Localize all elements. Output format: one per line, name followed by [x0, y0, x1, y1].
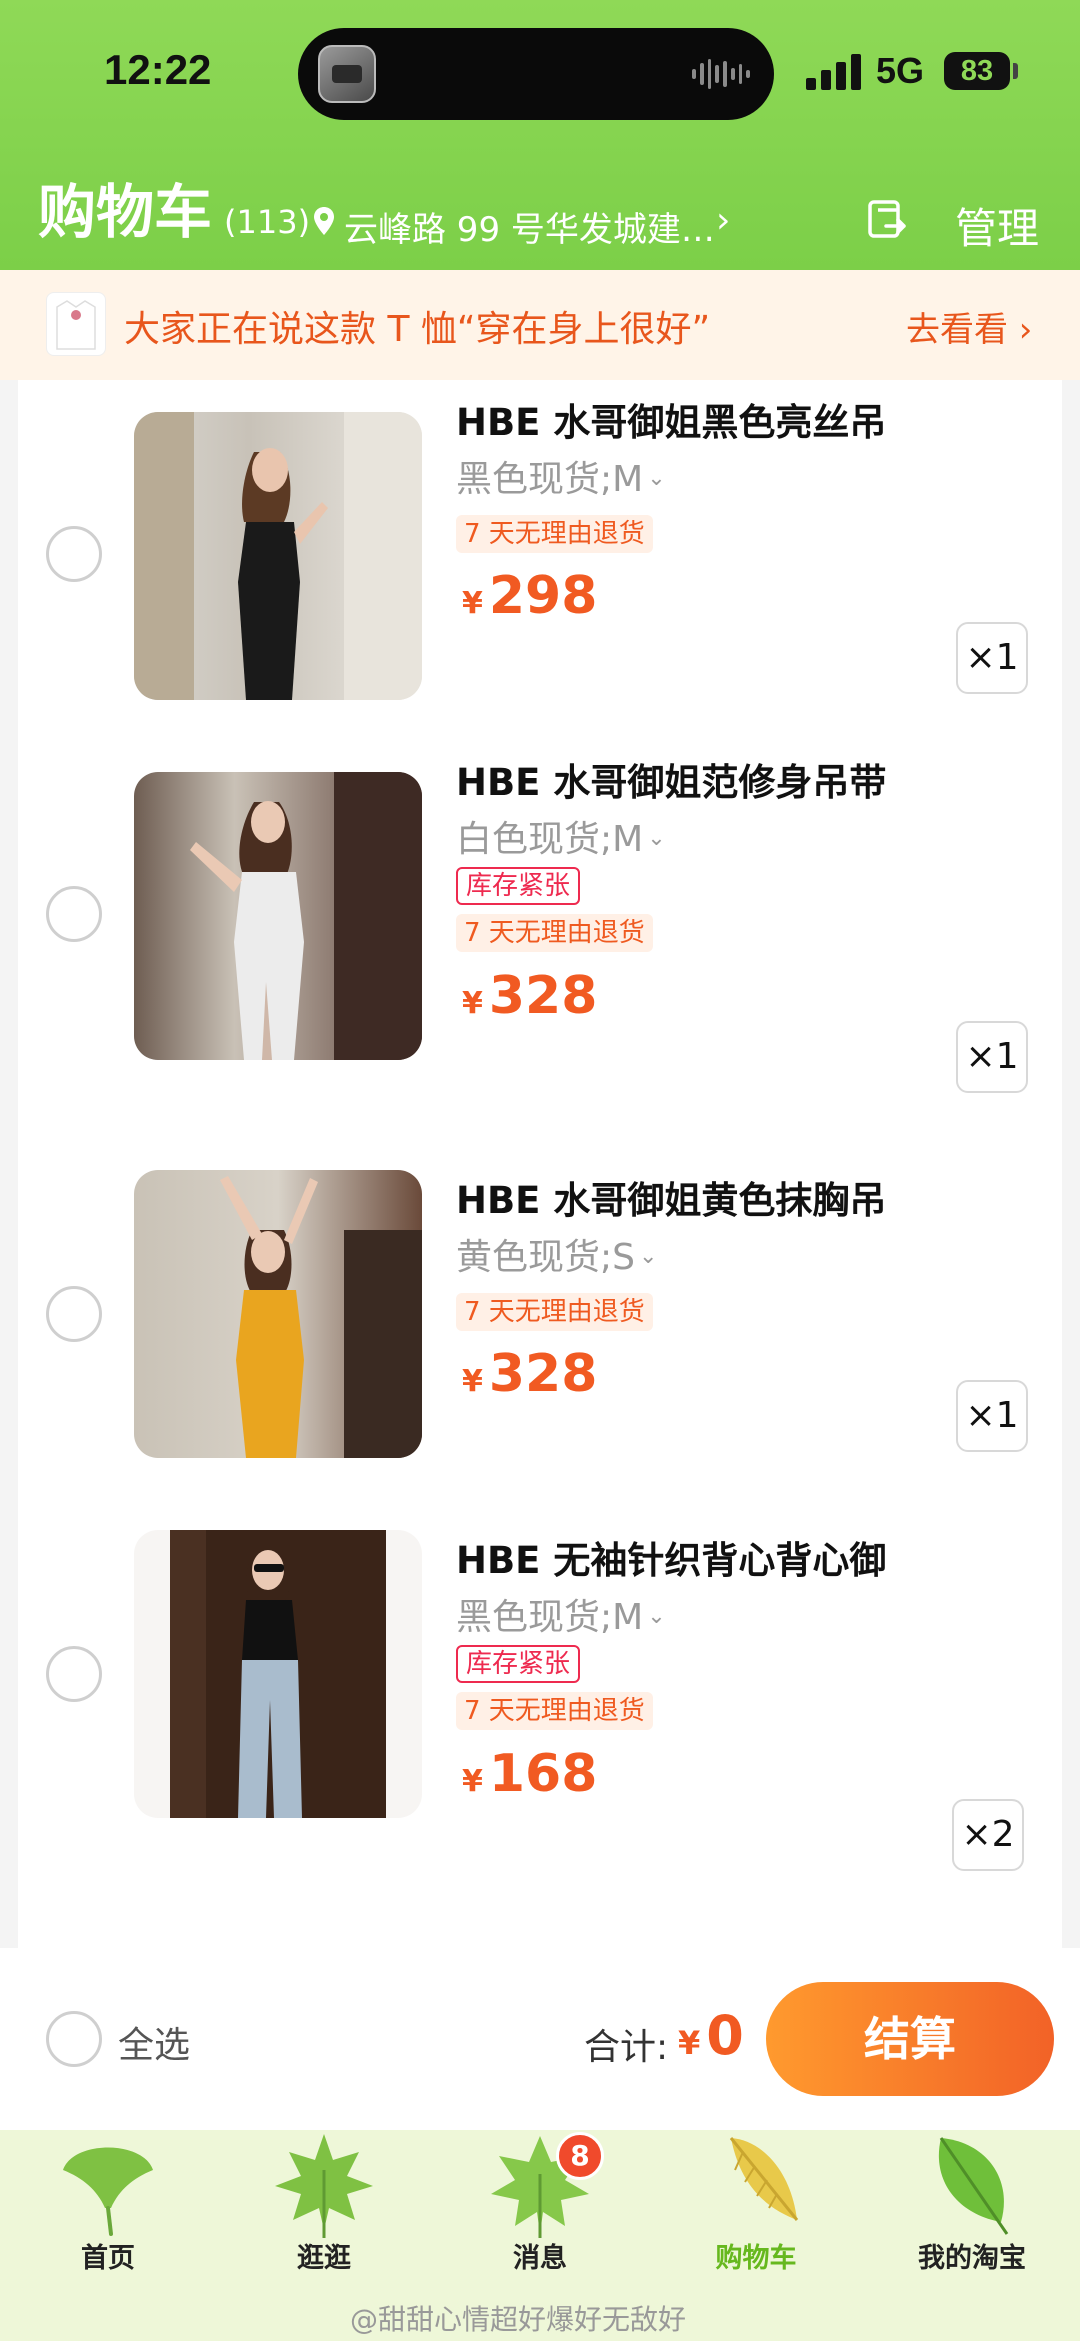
manage-button[interactable]: 管理: [955, 195, 1039, 256]
select-all-radio[interactable]: [46, 2011, 102, 2067]
product-image[interactable]: [134, 1530, 422, 1818]
status-time: 12:22: [104, 46, 212, 93]
low-stock-tag: 库存紧张: [456, 867, 581, 905]
cart-item[interactable]: HBE 水哥御姐黑色亮丝吊 黑色现货;M ⌄ 7 天无理由退货 ¥298 ×1: [18, 380, 1062, 740]
item-select-radio[interactable]: [46, 526, 102, 582]
spec-text: 白色现货;M: [456, 819, 644, 860]
cart-item[interactable]: HBE 水哥御姐黄色抹胸吊 黄色现货;S ⌄ 7 天无理由退货 ¥328 ×1: [18, 1158, 1062, 1518]
banner-view-link[interactable]: 去看看 ›: [906, 302, 1032, 351]
product-price: ¥328: [462, 966, 597, 1026]
tab-label: 首页: [81, 2243, 135, 2274]
currency-symbol: ¥: [462, 986, 483, 1021]
spec-text: 黑色现货;M: [456, 1597, 644, 1638]
cart-item[interactable]: HBE 水哥御姐范修身吊带 白色现货;M ⌄ 库存紧张 7 天无理由退货 ¥328…: [18, 740, 1062, 1100]
tab-my-taobao[interactable]: 我的淘宝: [864, 2130, 1080, 2300]
total-value: 0: [706, 2004, 744, 2067]
checkout-button[interactable]: 结算: [766, 1982, 1054, 2096]
product-spec[interactable]: 黑色现货;M ⌄: [456, 450, 666, 502]
cart-count: (113): [224, 203, 311, 241]
currency-symbol: ¥: [462, 1364, 483, 1399]
price-value: 298: [488, 566, 598, 626]
tab-home[interactable]: 首页: [0, 2130, 216, 2300]
message-badge: 8: [556, 2132, 604, 2180]
battery-tip: [1013, 63, 1018, 79]
return-policy-tag: 7 天无理由退货: [456, 1692, 653, 1730]
page-title: 购物车: [38, 178, 213, 246]
select-all-label[interactable]: 全选: [118, 2016, 190, 2068]
transfer-list-icon[interactable]: [862, 196, 910, 244]
item-select-radio[interactable]: [46, 1286, 102, 1342]
spec-text: 黄色现货;S: [456, 1237, 635, 1278]
golden-leaf-icon: [729, 2137, 799, 2221]
product-price: ¥168: [462, 1744, 597, 1804]
audio-wave-icon: [692, 58, 750, 90]
product-price: ¥298: [462, 566, 597, 626]
product-name[interactable]: HBE 无袖针织背心背心御: [456, 1530, 886, 1584]
tab-label: 逛逛: [297, 2243, 351, 2274]
tab-explore[interactable]: 逛逛: [216, 2130, 432, 2300]
tab-label: 购物车: [715, 2243, 797, 2274]
product-image[interactable]: [134, 412, 422, 700]
location-pin-icon[interactable]: [313, 206, 335, 236]
product-name[interactable]: HBE 水哥御姐黑色亮丝吊: [456, 392, 886, 446]
return-policy-tag: 7 天无理由退货: [456, 1293, 653, 1331]
tab-label: 消息: [513, 2243, 567, 2274]
network-type: 5G: [876, 50, 925, 91]
price-value: 168: [488, 1744, 598, 1804]
green-leaf-icon: [938, 2137, 1009, 2235]
cart-item-list: HBE 水哥御姐黑色亮丝吊 黑色现货;M ⌄ 7 天无理由退货 ¥298 ×1 H…: [18, 380, 1062, 1948]
chevron-down-icon: ⌄: [647, 1604, 666, 1629]
ginkgo-leaf-icon: [63, 2147, 153, 2236]
item-select-radio[interactable]: [46, 886, 102, 942]
quantity-button[interactable]: ×1: [956, 622, 1028, 694]
chevron-right-icon[interactable]: ›: [716, 200, 730, 241]
chevron-down-icon: ⌄: [647, 466, 666, 491]
checkout-bar: 全选 合计: ¥0 结算: [0, 1948, 1080, 2130]
product-image[interactable]: [134, 1170, 422, 1458]
promo-banner[interactable]: 大家正在说这款 T 恤“穿在身上很好” 去看看 ›: [0, 270, 1080, 380]
low-stock-tag: 库存紧张: [456, 1645, 581, 1683]
cart-item[interactable]: HBE 无袖针织背心背心御 黑色现货;M ⌄ 库存紧张 7 天无理由退货 ¥168…: [18, 1518, 1062, 1878]
product-name[interactable]: HBE 水哥御姐黄色抹胸吊: [456, 1170, 886, 1224]
currency-symbol: ¥: [462, 1764, 483, 1799]
total-amount: ¥0: [678, 2004, 744, 2067]
maple-leaf-icon: [275, 2134, 373, 2238]
product-price: ¥328: [462, 1344, 597, 1404]
watermark: @甜甜心情超好爆好无敌好: [350, 2303, 687, 2336]
battery-icon: 83: [944, 52, 1010, 90]
delivery-address[interactable]: 云峰路 99 号华发城建…: [344, 202, 715, 251]
tab-label: 我的淘宝: [918, 2243, 1026, 2274]
island-app-icon: [318, 45, 376, 103]
tshirt-thumbnail: [46, 292, 106, 356]
price-value: 328: [488, 966, 598, 1026]
tab-cart[interactable]: 购物车: [648, 2130, 864, 2300]
tab-messages[interactable]: 消息: [432, 2130, 648, 2300]
currency-symbol: ¥: [462, 586, 483, 621]
product-spec[interactable]: 黄色现货;S ⌄: [456, 1228, 657, 1280]
return-policy-tag: 7 天无理由退货: [456, 515, 653, 553]
quantity-button[interactable]: ×1: [956, 1380, 1028, 1452]
signal-icon: [806, 52, 862, 90]
chevron-down-icon: ⌄: [638, 1244, 658, 1269]
product-spec[interactable]: 黑色现货;M ⌄: [456, 1588, 666, 1640]
item-select-radio[interactable]: [46, 1646, 102, 1702]
product-name[interactable]: HBE 水哥御姐范修身吊带: [456, 752, 886, 806]
currency-symbol: ¥: [678, 2024, 701, 2062]
total-label: 合计:: [584, 2027, 669, 2068]
price-value: 328: [488, 1344, 598, 1404]
quantity-button[interactable]: ×2: [952, 1799, 1024, 1871]
app-header: 12:22 5G 83 购物车 (113) 云峰路 99 号华发城建… › 管理: [0, 0, 1080, 270]
banner-text: 大家正在说这款 T 恤“穿在身上很好”: [124, 309, 711, 350]
return-policy-tag: 7 天无理由退货: [456, 914, 653, 952]
quantity-button[interactable]: ×1: [956, 1021, 1028, 1093]
product-image[interactable]: [134, 772, 422, 1060]
spec-text: 黑色现货;M: [456, 459, 644, 500]
dynamic-island: [298, 28, 774, 120]
chevron-down-icon: ⌄: [647, 826, 666, 851]
product-spec[interactable]: 白色现货;M ⌄: [456, 810, 666, 862]
